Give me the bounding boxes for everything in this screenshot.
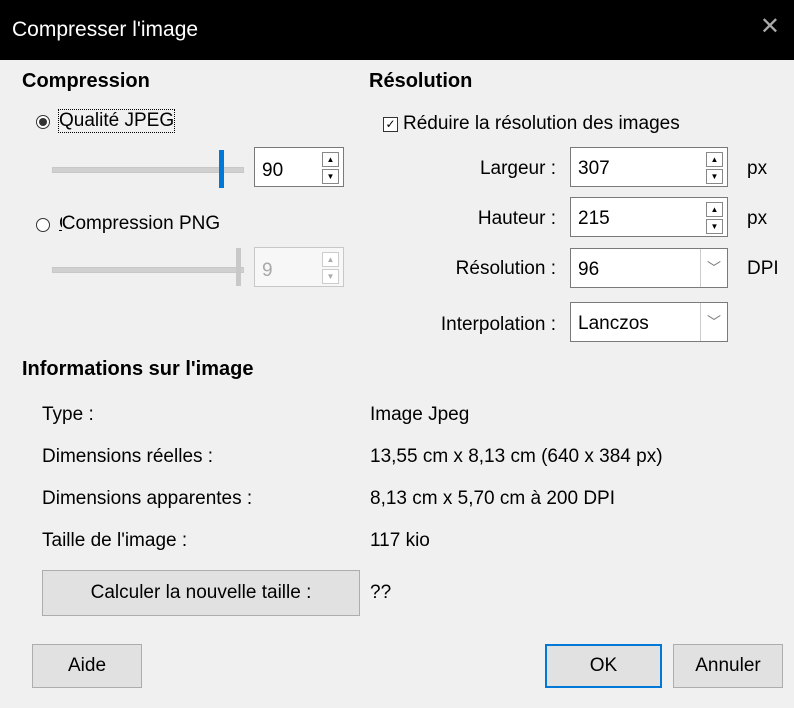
png-spin-buttons: ▲ ▼ [322, 252, 339, 284]
jpeg-quality-value: 90 [262, 160, 284, 181]
height-unit: px [747, 208, 768, 229]
width-spin-buttons[interactable]: ▲ ▼ [706, 152, 723, 184]
jpeg-spin-buttons[interactable]: ▲ ▼ [322, 152, 339, 184]
spin-up-icon[interactable]: ▲ [706, 202, 723, 217]
title-bar: Compresser l'image ✕ [0, 0, 794, 60]
height-spin-buttons[interactable]: ▲ ▼ [706, 202, 723, 234]
new-size-value: ?? [370, 582, 392, 603]
spin-down-icon[interactable]: ▼ [706, 169, 723, 184]
jpeg-quality-spinbox[interactable]: 90 ▲ ▼ [254, 147, 344, 187]
calculate-new-size-button[interactable]: Calculer la nouvelle taille : [42, 570, 360, 616]
info-heading: Informations sur l'image [22, 358, 254, 380]
resolution-value: 96 [578, 259, 600, 280]
real-dimensions-label: Dimensions réelles : [42, 446, 214, 467]
width-spinbox[interactable]: 307 ▲ ▼ [570, 147, 728, 187]
width-label: Largeur : [479, 158, 556, 179]
spin-down-icon[interactable]: ▼ [322, 169, 339, 184]
apparent-dimensions-value: 8,13 cm x 5,70 cm à 200 DPI [370, 488, 616, 509]
spin-up-icon[interactable]: ▲ [706, 152, 723, 167]
png-compression-label[interactable]: CCompression PNG [59, 213, 221, 235]
spin-down-icon[interactable]: ▼ [706, 219, 723, 234]
width-value: 307 [578, 158, 610, 179]
cancel-button[interactable]: Annuler [673, 644, 783, 688]
type-label: Type : [42, 404, 94, 425]
type-value: Image Jpeg [370, 404, 470, 425]
png-slider-thumb [236, 248, 241, 286]
close-icon[interactable]: ✕ [760, 12, 780, 41]
height-spinbox[interactable]: 215 ▲ ▼ [570, 197, 728, 237]
jpeg-slider-thumb[interactable] [219, 150, 224, 188]
reduce-resolution-checkbox[interactable]: ✓ [383, 117, 398, 132]
png-slider-track [52, 267, 244, 273]
real-dimensions-value: 13,55 cm x 8,13 cm (640 x 384 px) [370, 446, 663, 467]
interpolation-combobox[interactable]: Lanczos ﹀ [570, 302, 728, 342]
resolution-combobox[interactable]: 96 ﹀ [570, 248, 728, 288]
ok-button[interactable]: OK [545, 644, 662, 688]
resolution-heading: Résolution [369, 70, 473, 92]
interpolation-value: Lanczos [578, 313, 649, 334]
image-size-value: 117 kio [370, 530, 430, 551]
reduce-resolution-label[interactable]: Réduire la résolution des images [403, 113, 680, 135]
png-compression-value: 9 [262, 260, 273, 281]
height-value: 215 [578, 208, 610, 229]
height-label: Hauteur : [477, 208, 556, 229]
resolution-unit: DPI [747, 258, 779, 279]
apparent-dimensions-label: Dimensions apparentes : [42, 488, 253, 509]
jpeg-radio[interactable] [36, 115, 50, 129]
jpeg-quality-label[interactable]: Qualité JPEG [57, 109, 176, 133]
help-button[interactable]: Aide [32, 644, 142, 688]
png-compression-spinbox: 9 ▲ ▼ [254, 247, 344, 287]
image-size-label: Taille de l'image : [42, 530, 188, 551]
spin-up-icon: ▲ [322, 252, 339, 267]
spin-up-icon[interactable]: ▲ [322, 152, 339, 167]
compression-heading: Compression [22, 70, 150, 92]
png-compression-label-text: Compression PNG [61, 213, 221, 234]
width-unit: px [747, 158, 768, 179]
chevron-down-icon[interactable]: ﹀ [700, 249, 727, 287]
interpolation-label: Interpolation : [440, 314, 556, 335]
chevron-down-icon[interactable]: ﹀ [700, 303, 727, 341]
resolution-label: Résolution : [455, 258, 556, 279]
jpeg-slider-track [52, 167, 244, 173]
window-title: Compresser l'image [12, 18, 199, 41]
png-radio[interactable] [36, 218, 50, 232]
spin-down-icon: ▼ [322, 269, 339, 284]
